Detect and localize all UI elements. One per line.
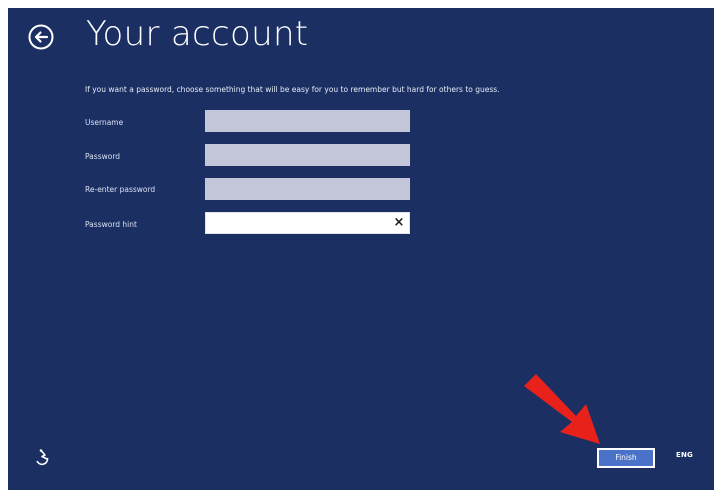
- clear-icon[interactable]: ×: [392, 216, 406, 230]
- reenter-password-field[interactable]: [205, 178, 410, 200]
- intro-text: If you want a password, choose something…: [85, 85, 500, 94]
- red-arrow-annotation-icon: [524, 374, 600, 444]
- back-arrow-icon[interactable]: [28, 24, 54, 50]
- setup-screen: Your account If you want a password, cho…: [8, 8, 714, 490]
- password-hint-label: Password hint: [85, 220, 137, 229]
- language-indicator[interactable]: ENG: [676, 451, 693, 459]
- page-title: Your account: [86, 14, 309, 54]
- password-hint-field[interactable]: [205, 212, 410, 234]
- password-field[interactable]: [205, 144, 410, 166]
- finish-button[interactable]: Finish: [597, 448, 655, 468]
- username-label: Username: [85, 118, 124, 127]
- ease-of-access-icon[interactable]: [34, 448, 52, 466]
- username-field[interactable]: [205, 110, 410, 132]
- reenter-password-label: Re-enter password: [85, 185, 156, 194]
- password-label: Password: [85, 152, 121, 161]
